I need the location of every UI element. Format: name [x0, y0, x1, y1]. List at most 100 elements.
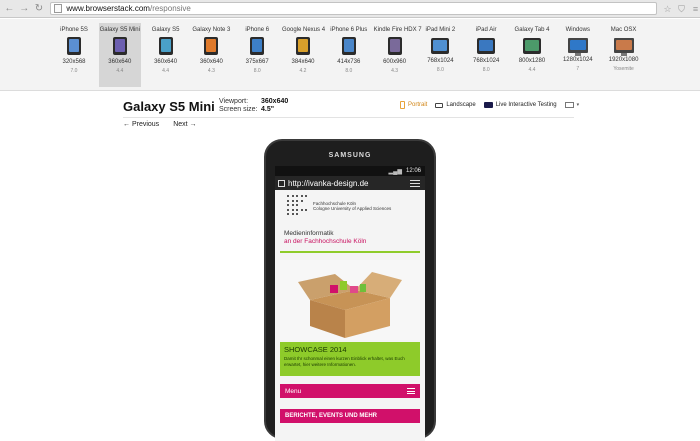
- device-iphone-5s[interactable]: iPhone 5S 320x568 7.0: [53, 23, 95, 87]
- logo-dot: [291, 199, 294, 202]
- mobile-url-bar[interactable]: http://ivanka-design.de: [275, 176, 425, 190]
- next-link[interactable]: Next →: [173, 121, 196, 128]
- device-name: Google Nexus 4: [282, 27, 326, 33]
- forward-icon[interactable]: →: [19, 3, 30, 14]
- browser-menu-icon[interactable]: [410, 179, 420, 187]
- logo-dot: [296, 213, 298, 215]
- device-os-version: 4.2: [299, 68, 307, 74]
- showcase-text: Damit Ihr schonmal einen kurzen Einblick…: [284, 356, 405, 367]
- logo-dot: [287, 204, 289, 206]
- phone-brand: SAMSUNG: [328, 152, 372, 159]
- device-name: iPad Air: [475, 27, 497, 33]
- landscape-button[interactable]: Landscape: [435, 102, 476, 108]
- device-resolution: 1280x1024: [562, 57, 593, 63]
- divider: [123, 117, 574, 118]
- browser-toolbar: ← → ↻ www.browserstack.com /responsive ☆…: [0, 0, 700, 18]
- device-mac-osx[interactable]: Mac OSX 1920x1080 Yosemite: [603, 23, 645, 87]
- site-menu-bar[interactable]: Menu: [280, 384, 420, 398]
- device-google-nexus-4[interactable]: Google Nexus 4 384x640 4.2: [282, 23, 326, 87]
- screen-size-label: Screen size:: [219, 106, 258, 113]
- menu-label: Menu: [285, 387, 302, 395]
- device-resolution: 768x1024: [473, 58, 500, 64]
- status-time: 12:06: [405, 168, 421, 174]
- device-thumbnail-icon: [613, 38, 634, 56]
- logo-dot: [296, 204, 298, 206]
- device-resolution: 1920x1080: [608, 57, 639, 63]
- signal-icon: ▂▄▆: [388, 168, 402, 175]
- website-preview: Fachhochschule Köln Cologne University o…: [275, 190, 425, 441]
- page-icon: [278, 179, 285, 187]
- device-name: iPhone 6: [245, 27, 270, 33]
- device-resolution: 360x640: [154, 59, 178, 65]
- logo-dot: [287, 199, 289, 202]
- live-testing-button[interactable]: Live Interactive Testing: [483, 102, 557, 108]
- device-resolution: 375x667: [245, 59, 269, 65]
- device-iphone-6-plus[interactable]: iPhone 6 Plus 414x736 8.0: [328, 23, 370, 87]
- chevron-down-icon: ▾: [576, 102, 580, 108]
- showcase-image: [280, 260, 420, 340]
- device-resolution: 768x1024: [427, 58, 454, 64]
- device-windows[interactable]: Windows 1280x1024 7: [557, 23, 599, 87]
- device-galaxy-s5[interactable]: Galaxy S5 360x640 4.4: [145, 23, 187, 87]
- device-os-version: 8.0: [253, 68, 261, 74]
- device-galaxy-tab-4[interactable]: Galaxy Tab 4 800x1280 4.4: [511, 23, 553, 87]
- device-os-version: 7.0: [70, 68, 78, 74]
- device-thumbnail-icon: [250, 37, 265, 55]
- device-thumbnail-icon: [112, 37, 127, 55]
- news-label: BERICHTE, EVENTS UND MEHR: [285, 413, 378, 419]
- device-name: iPad Mini 2: [425, 27, 456, 33]
- device-thumbnail-icon: [67, 37, 81, 55]
- device-ipad-air[interactable]: iPad Air 768x1024 8.0: [465, 23, 507, 87]
- logo-dot: [287, 208, 289, 211]
- device-thumbnail-icon: [567, 38, 588, 56]
- logo-dot: [291, 204, 294, 206]
- screen-size-value: 4.5": [261, 106, 275, 113]
- device-strip: iPhone 5S 320x568 7.0 Galaxy S5 Mini 360x640…: [0, 19, 700, 91]
- device-resolution: 320x568: [62, 59, 86, 65]
- device-os-version: 7: [576, 66, 580, 72]
- device-ipad-mini-2[interactable]: iPad Mini 2 768x1024 8.0: [419, 23, 461, 87]
- menu-icon[interactable]: ≡: [691, 4, 700, 14]
- device-os-version: 4.4: [162, 68, 170, 74]
- showcase-panel[interactable]: SHOWCASE 2014 Damit Ihr schonmal einen k…: [280, 342, 420, 376]
- portrait-button[interactable]: Portrait: [400, 101, 427, 109]
- device-resolution: 414x736: [337, 59, 361, 65]
- device-thumbnail-icon: [341, 37, 356, 55]
- page-icon: [54, 4, 63, 13]
- view-toolbar: Portrait Landscape Live Interactive Test…: [400, 101, 587, 109]
- device-os-version: 4.4: [528, 67, 536, 73]
- device-name: Galaxy S5 Mini: [99, 27, 140, 33]
- news-bar[interactable]: BERICHTE, EVENTS UND MEHR: [280, 409, 420, 423]
- device-resolution: 360x640: [199, 59, 223, 65]
- viewport-value: 360x640: [261, 98, 289, 105]
- department-heading: Medieninformatik an der Fachhochschule K…: [284, 230, 367, 245]
- device-thumbnail-icon: [431, 38, 450, 54]
- device-galaxy-note-3[interactable]: Galaxy Note 3 360x640 4.3: [190, 23, 232, 87]
- device-iphone-6[interactable]: iPhone 6 375x667 8.0: [236, 23, 278, 87]
- logo-dot: [300, 199, 303, 202]
- logo-dot: [291, 213, 294, 215]
- address-bar[interactable]: www.browserstack.com /responsive: [50, 2, 657, 15]
- device-galaxy-s5-mini[interactable]: Galaxy S5 Mini 360x640 4.4: [98, 23, 141, 87]
- university-name: Fachhochschule Köln Cologne University o…: [313, 201, 392, 211]
- device-thumbnail-icon: [477, 38, 496, 54]
- device-os-version: 8.0: [345, 68, 353, 74]
- previous-link[interactable]: ← Previous: [123, 121, 159, 128]
- logo-dot: [305, 195, 307, 197]
- more-options-button[interactable]: ▾: [564, 102, 580, 108]
- device-name: Kindle Fire HDX 7: [373, 27, 422, 33]
- device-name: iPhone 5S: [60, 27, 88, 33]
- bookmark-star-icon[interactable]: ☆: [663, 4, 672, 14]
- phone-frame: SAMSUNG ▂▄▆ 12:06 http://ivanka-design.d…: [264, 139, 436, 441]
- status-bar: ▂▄▆ 12:06: [275, 166, 425, 176]
- device-resolution: 600x960: [383, 59, 407, 65]
- logo-dot: [291, 208, 294, 211]
- back-icon[interactable]: ←: [4, 3, 15, 14]
- phone-screen: ▂▄▆ 12:06 http://ivanka-design.de Fachho…: [275, 166, 425, 441]
- device-kindle-fire-hdx-7[interactable]: Kindle Fire HDX 7 600x960 4.3: [373, 23, 422, 87]
- logo-dot: [296, 208, 298, 211]
- device-name: Galaxy S5: [151, 27, 180, 33]
- logo-dot: [296, 195, 298, 197]
- reload-icon[interactable]: ↻: [34, 3, 45, 14]
- shield-icon[interactable]: ⛉: [677, 4, 686, 14]
